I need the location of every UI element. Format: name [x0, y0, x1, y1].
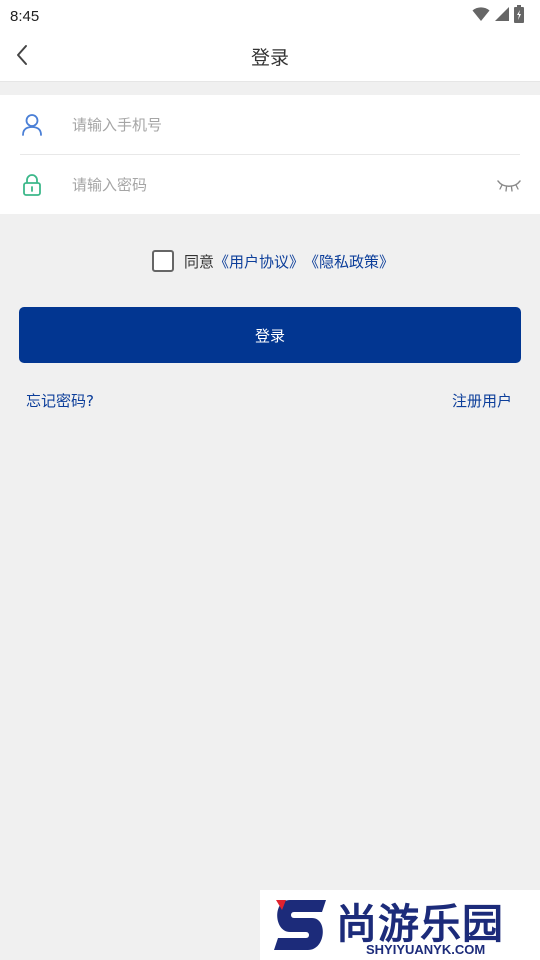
watermark-url: SHYIYUANYK.COM — [366, 942, 486, 957]
register-link[interactable]: 注册用户 — [452, 390, 512, 411]
watermark-name: 尚游乐园 — [336, 900, 504, 948]
lock-icon — [20, 173, 44, 197]
login-form — [0, 95, 540, 214]
nav-bar: 登录 — [0, 32, 540, 82]
status-time: 8:45 — [10, 7, 40, 25]
watermark-logo — [272, 896, 332, 958]
agreement-prefix: 同意 — [184, 252, 215, 271]
user-agreement-link[interactable]: 《用户协议》 — [214, 251, 304, 272]
watermark: 尚游乐园 SHYIYUANYK.COM — [260, 890, 540, 960]
status-bar: 8:45 — [0, 0, 540, 32]
chevron-left-icon — [14, 43, 30, 71]
agreement-row: 同意 《用户协议》 《隐私政策》 — [152, 248, 394, 274]
login-screen: 8:45 登录 请输入手机号 同意 《用户协议》 《隐私政策》 登录 忘记密码?… — [0, 0, 540, 960]
battery-icon — [514, 5, 524, 27]
login-button[interactable]: 登录 — [19, 307, 521, 363]
back-button[interactable] — [6, 41, 38, 73]
privacy-policy-link[interactable]: 《隐私政策》 — [304, 251, 394, 272]
agreement-checkbox[interactable] — [152, 250, 174, 272]
page-title: 登录 — [250, 47, 289, 69]
password-input[interactable] — [72, 164, 472, 205]
wifi-icon — [472, 6, 490, 26]
password-row — [0, 155, 540, 214]
phone-row — [0, 95, 540, 155]
phone-input[interactable] — [72, 104, 472, 145]
signal-icon — [494, 6, 510, 26]
forgot-password-link[interactable]: 忘记密码? — [26, 390, 94, 411]
user-icon — [20, 113, 44, 137]
eye-closed-icon[interactable] — [496, 175, 522, 195]
status-icons — [472, 5, 524, 27]
